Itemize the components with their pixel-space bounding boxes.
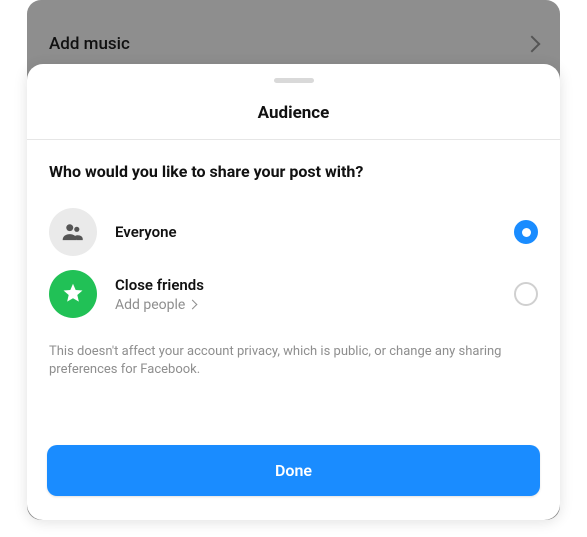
people-icon bbox=[49, 208, 97, 256]
section-heading: Who would you like to share your post wi… bbox=[27, 140, 560, 201]
chevron-right-icon bbox=[524, 36, 541, 53]
option-everyone[interactable]: Everyone bbox=[27, 201, 560, 263]
option-title: Close friends bbox=[115, 276, 514, 294]
sheet-footer: Done bbox=[27, 429, 560, 520]
done-button[interactable]: Done bbox=[47, 445, 540, 496]
option-text: Close friends Add people bbox=[115, 276, 514, 313]
option-title: Everyone bbox=[115, 223, 514, 241]
option-subtitle[interactable]: Add people bbox=[115, 297, 196, 313]
sheet-title: Audience bbox=[27, 83, 560, 139]
option-close-friends[interactable]: Close friends Add people bbox=[27, 263, 560, 325]
option-text: Everyone bbox=[115, 223, 514, 241]
add-music-row[interactable]: Add music bbox=[27, 34, 560, 54]
add-music-label: Add music bbox=[49, 34, 130, 54]
screen: Add music Audience Who would you like to… bbox=[0, 0, 587, 537]
star-icon bbox=[49, 270, 97, 318]
radio-everyone[interactable] bbox=[514, 220, 538, 244]
chevron-right-icon bbox=[188, 300, 198, 310]
radio-close-friends[interactable] bbox=[514, 282, 538, 306]
sheet-grabber[interactable] bbox=[27, 64, 560, 83]
audience-sheet: Audience Who would you like to share you… bbox=[27, 64, 560, 520]
disclaimer-text: This doesn't affect your account privacy… bbox=[27, 325, 560, 378]
